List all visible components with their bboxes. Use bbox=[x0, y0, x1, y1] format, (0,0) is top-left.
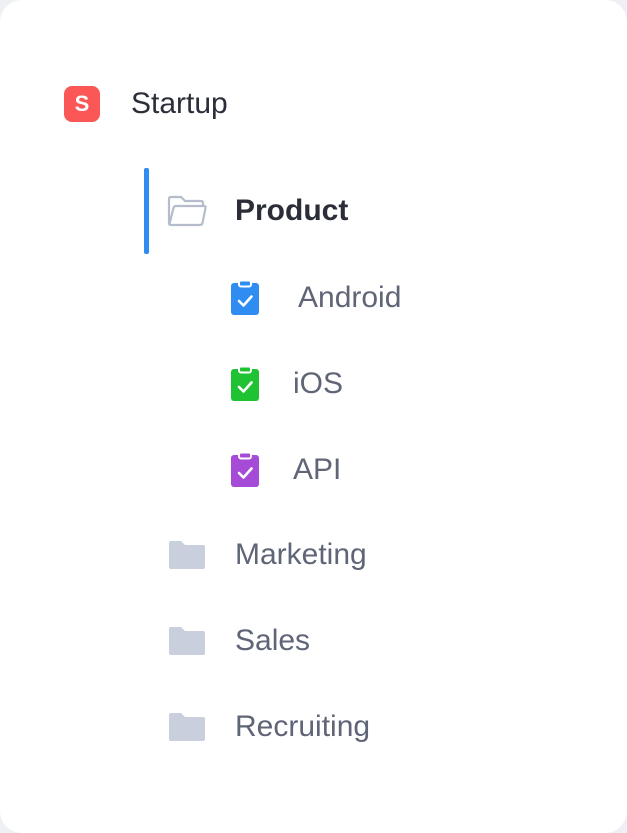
project-item-api[interactable]: API bbox=[230, 452, 341, 488]
workspace-label: Startup bbox=[131, 87, 228, 120]
folder-label-sales: Sales bbox=[235, 624, 311, 657]
workspace-item[interactable]: S Startup bbox=[64, 86, 228, 122]
clipboard-check-icon bbox=[231, 280, 259, 315]
workspace-badge-letter: S bbox=[74, 91, 90, 116]
clipboard-check-icon bbox=[231, 366, 259, 401]
project-sidebar: S Startup Product Android iOS API Market… bbox=[0, 0, 627, 833]
folder-item-marketing[interactable]: Marketing bbox=[167, 538, 367, 572]
clipboard-check-icon bbox=[231, 452, 259, 487]
folder-icon bbox=[169, 541, 205, 569]
project-label-api: API bbox=[293, 453, 342, 486]
folder-item-sales[interactable]: Sales bbox=[167, 624, 310, 658]
folder-icon bbox=[169, 627, 205, 655]
folder-label-recruiting: Recruiting bbox=[235, 710, 371, 743]
project-item-android[interactable]: Android bbox=[230, 280, 401, 316]
folder-icon bbox=[169, 713, 205, 741]
project-item-ios[interactable]: iOS bbox=[230, 366, 343, 402]
project-label-android: Android bbox=[298, 281, 402, 314]
folder-label-marketing: Marketing bbox=[235, 538, 367, 571]
folder-item-product[interactable]: Product bbox=[167, 194, 348, 228]
workspace-badge-icon: S bbox=[64, 86, 100, 122]
folder-open-icon bbox=[167, 195, 207, 227]
project-label-ios: iOS bbox=[293, 367, 344, 400]
active-indicator bbox=[144, 168, 149, 254]
folder-label-product: Product bbox=[235, 194, 349, 227]
folder-item-recruiting[interactable]: Recruiting bbox=[167, 710, 370, 744]
